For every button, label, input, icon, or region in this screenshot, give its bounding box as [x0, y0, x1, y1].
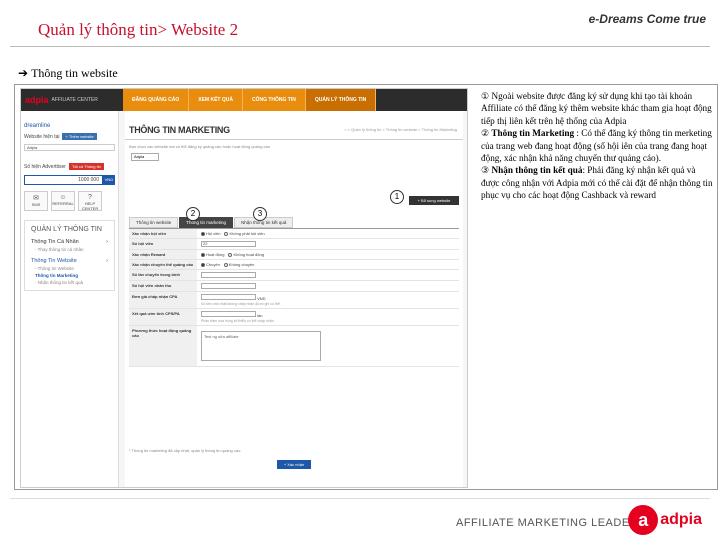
main-content: THÔNG TIN MARKETING > > Quản lý thông ti…: [125, 111, 463, 487]
form-row: Xét quả ước tính CPS/PA lần Phần trăm hoa…: [129, 309, 459, 326]
footer-tagline: AFFILIATE MARKETING LEADER: [456, 517, 639, 529]
form-row: Số hội viên 22: [129, 239, 459, 250]
note-3: ③ Nhận thông tin kết quả: Phải đăng ký n…: [481, 165, 713, 201]
title-divider: [125, 139, 463, 140]
menu-item[interactable]: CÔNG THÔNG TIN: [242, 89, 306, 111]
referral-shortcut[interactable]: ☺ REFERRAL: [51, 191, 75, 211]
radio-icon: [228, 252, 233, 257]
logo-text: adpia: [25, 95, 49, 105]
app-topbar: adpia AFFILIATE CENTER ĐĂNG QUẢNG CÁO XE…: [21, 89, 467, 111]
balance-currency[interactable]: VND: [103, 175, 115, 185]
note-1: ① Ngoài website được đăng ký sử dụng khi…: [481, 91, 712, 126]
panel-title: QUẢN LÝ THÔNG TIN: [31, 226, 102, 233]
brand-slogan: e-Dreams Come true: [588, 12, 706, 26]
form-footnote: * Thông tin marketing đã cập nhật, quản …: [129, 448, 242, 453]
header-divider: [10, 46, 710, 47]
form-row: Xác nhận chuyên thể quảng cáo Chuyên Khôn…: [129, 260, 459, 270]
cps-estimate-input[interactable]: [201, 311, 256, 317]
breadcrumb: > > Quản lý thông tin > Thông tin websit…: [344, 127, 457, 132]
chevron-right-icon: ›: [106, 239, 108, 245]
method-textarea[interactable]: Test ng sửa affiliate: [201, 331, 321, 361]
panel-subitem[interactable]: - Thông tin Website: [35, 266, 108, 271]
mail-icon: ✉: [33, 195, 39, 202]
app-sidebar: dreamline Website hiện tại + Thêm websit…: [21, 111, 119, 487]
radio-icon: [201, 231, 205, 236]
explanation-notes: ① Ngoài website được đăng ký sử dụng khi…: [481, 90, 713, 202]
form-row: Số lần chuyển trung bình: [129, 270, 459, 281]
slide-title: Quản lý thông tin> Website 2: [38, 20, 239, 39]
arrow-right-icon: ➔: [18, 66, 29, 80]
marketing-form: Xác nhận hội viên Hội viên Không phải hội…: [129, 228, 459, 367]
callout-marker-1: 1: [390, 190, 404, 204]
sms-shortcut[interactable]: ✉ SMS: [24, 191, 48, 211]
avg-transfer-input[interactable]: [201, 272, 256, 278]
form-row: Phương thức hoạt động quảng cáo Test ng …: [129, 326, 459, 367]
balance-value: 1000 000: [24, 175, 103, 185]
radio-icon: [201, 252, 205, 257]
page-hint: Bạn chọn các website mà có thể đăng ký q…: [129, 144, 270, 149]
callout-marker-3: 3: [253, 207, 267, 221]
ads-label: Số hiện Adverttiser: [24, 163, 66, 170]
note-2: ② Thông tin Marketing : Có thể đăng ký t…: [481, 128, 712, 164]
form-row: Đơn giá chấp nhận CPA VND Số tiền nhỏ nhấ…: [129, 292, 459, 309]
radio-icon: [223, 262, 228, 267]
form-row: Xác nhận Reward Hoạt động Không hoạt động: [129, 250, 459, 260]
footer-logo-text: adpia: [660, 511, 702, 528]
radio-icon: [201, 262, 205, 267]
cpa-price-input[interactable]: [201, 294, 256, 300]
username: dreamline: [24, 123, 51, 129]
footer-logo: a adpia: [628, 505, 702, 535]
help-shortcut[interactable]: ? HELP CENTER: [78, 191, 102, 211]
member-receive-input[interactable]: [201, 283, 256, 289]
menu-item[interactable]: XEM KẾT QUẢ: [189, 89, 243, 111]
info-management-panel: QUẢN LÝ THÔNG TIN Thông Tin Cá Nhân › - T…: [24, 220, 115, 291]
tab-bar: Thông tin website Thông tin marketing Nh…: [129, 217, 294, 228]
site-label: Website hiện tại: [24, 133, 60, 140]
main-menu: ĐĂNG QUẢNG CÁO XEM KẾT QUẢ CÔNG THÔNG TI…: [123, 89, 377, 111]
app-logo[interactable]: adpia AFFILIATE CENTER: [21, 95, 103, 105]
panel-item[interactable]: Thông Tin Cá Nhân ›: [31, 239, 108, 245]
account-icon: ☺: [59, 194, 67, 201]
balance-box: 1000 000 VND: [24, 175, 115, 185]
add-website-button[interactable]: + Bổ sung website: [409, 196, 459, 205]
ads-button[interactable]: Tất cả Thông tin: [68, 163, 104, 170]
callout-marker-2: 2: [186, 207, 200, 221]
website-select[interactable]: Adpia: [131, 153, 159, 161]
quick-icons: ✉ SMS ☺ REFERRAL ? HELP CENTER: [21, 188, 118, 214]
section-heading: ➔ Thông tin website: [18, 66, 118, 81]
section-title: Thông tin website: [31, 66, 118, 80]
form-row: Xác nhận hội viên Hội viên Không phải hội…: [129, 229, 459, 239]
radio-icon: [224, 231, 229, 236]
form-row: Số hội viên nhân thu: [129, 281, 459, 292]
adpia-logo-icon: a: [628, 505, 659, 535]
tab-website-info[interactable]: Thông tin website: [129, 217, 179, 228]
slide-footer: AFFILIATE MARKETING LEADER a adpia: [10, 498, 710, 540]
panel-subitem[interactable]: - Nhận thông tin kết quả: [35, 280, 108, 285]
chevron-right-icon: ›: [106, 258, 108, 264]
logo-sub: AFFILIATE CENTER: [51, 97, 98, 103]
site-select[interactable]: Adpia: [24, 144, 115, 151]
help-icon: ?: [88, 194, 92, 201]
add-website-button[interactable]: + Thêm website: [62, 133, 97, 140]
panel-subitem-active[interactable]: Thông tin Marketing: [35, 273, 108, 278]
panel-subitem[interactable]: - Thay thông tin cá nhân: [35, 247, 108, 252]
page-title: THÔNG TIN MARKETING: [129, 125, 230, 135]
confirm-button[interactable]: + Xác nhận: [277, 460, 311, 469]
embedded-screenshot: adpia AFFILIATE CENTER ĐĂNG QUẢNG CÁO XE…: [20, 88, 468, 488]
member-count-input[interactable]: 22: [201, 241, 256, 247]
menu-item[interactable]: ĐĂNG QUẢNG CÁO: [123, 89, 190, 111]
panel-item-active[interactable]: Thông Tin Website ›: [31, 258, 108, 264]
menu-item-active[interactable]: QUẢN LÝ THÔNG TIN: [305, 89, 377, 111]
